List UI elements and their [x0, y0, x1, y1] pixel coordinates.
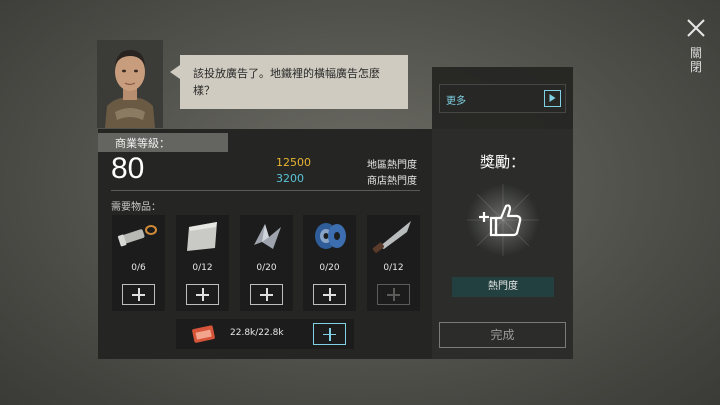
- add-item-button[interactable]: [122, 284, 155, 305]
- ticket-amount: 22.8k/22.8k: [230, 328, 284, 338]
- ticket-row: 22.8k/22.8k: [176, 319, 354, 349]
- scrap-metal-icon: [254, 224, 281, 249]
- item-count: 0/12: [192, 263, 213, 273]
- close-label[interactable]: 關閉: [688, 46, 704, 74]
- ticket-icon: [192, 325, 215, 343]
- speech-bubble: 該投放廣告了。地鐵裡的橫幅廣告怎麼樣？: [180, 55, 408, 109]
- required-item: 0/20: [303, 215, 356, 311]
- reward-title: 獎勵：: [479, 153, 525, 171]
- business-level-value: 80: [111, 152, 145, 185]
- shop-heat-label: 商店熱門度: [367, 176, 417, 187]
- more-button[interactable]: 更多: [439, 84, 566, 113]
- add-ticket-button[interactable]: [313, 323, 346, 345]
- required-item: 0/12: [367, 215, 420, 311]
- item-count: 0/20: [319, 263, 340, 273]
- region-heat-label: 地區熱門度: [367, 160, 417, 171]
- flashlight-icon: [117, 225, 157, 247]
- add-item-button[interactable]: [186, 284, 219, 305]
- close-icon: [687, 19, 705, 37]
- reward-badge: 熱門度: [452, 277, 554, 297]
- complete-button[interactable]: 完成: [439, 322, 566, 348]
- more-label: 更多: [446, 96, 466, 107]
- required-items-label: 需要物品：: [111, 202, 161, 213]
- item-count: 0/6: [131, 263, 146, 273]
- close-button[interactable]: [684, 16, 708, 40]
- play-icon: [544, 90, 561, 107]
- add-item-button-disabled[interactable]: [377, 284, 410, 305]
- character-portrait: [97, 40, 163, 128]
- speech-bubble-tail: [170, 65, 180, 79]
- required-item: 0/6: [112, 215, 165, 311]
- region-heat-value: 12500: [276, 156, 311, 169]
- required-item: 0/20: [240, 215, 293, 311]
- popularity-thumbs-up-icon: [467, 184, 539, 256]
- required-item: 0/12: [176, 215, 229, 311]
- business-level-label: 商業等級：: [98, 133, 228, 152]
- divider: [111, 190, 420, 191]
- add-item-button[interactable]: [250, 284, 283, 305]
- item-count: 0/12: [383, 263, 404, 273]
- item-count: 0/20: [256, 263, 277, 273]
- add-item-button[interactable]: [313, 284, 346, 305]
- wire-spool-icon: [315, 223, 346, 249]
- shop-heat-value: 3200: [276, 172, 304, 185]
- knife-icon: [372, 221, 411, 253]
- metal-plate-icon: [187, 222, 217, 251]
